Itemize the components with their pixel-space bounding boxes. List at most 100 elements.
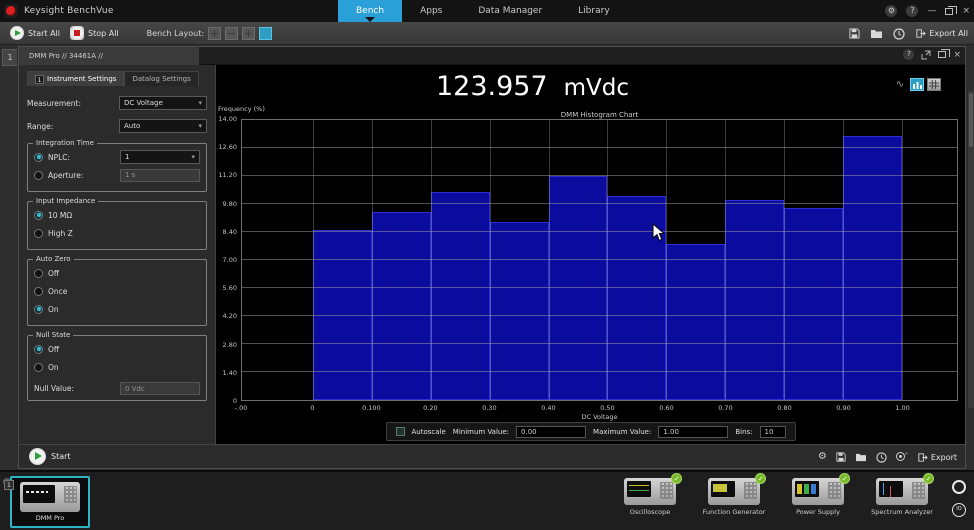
- min-value-field[interactable]: 0.00: [516, 426, 586, 438]
- export-icon: [917, 452, 928, 463]
- aperture-field[interactable]: 1 s: [120, 169, 200, 182]
- auto-zero-on-radio[interactable]: On: [34, 302, 200, 316]
- layout-rows-button[interactable]: [225, 27, 238, 40]
- export-all-button[interactable]: Export All: [915, 28, 968, 39]
- table-view-icon[interactable]: [927, 78, 941, 91]
- autoscale-checkbox[interactable]: [395, 427, 404, 436]
- oscilloscope-image: [624, 478, 676, 505]
- check-icon: ✓: [671, 473, 682, 484]
- x-tick-label: 0.50: [592, 404, 622, 412]
- start-all-button[interactable]: Start All: [10, 26, 60, 40]
- null-value-field[interactable]: 0 Vdc: [120, 382, 200, 395]
- function-generator-image: [708, 478, 760, 505]
- layout-columns-button[interactable]: [242, 27, 255, 40]
- null-off-radio[interactable]: Off: [34, 342, 200, 356]
- null-state-title: Null State: [33, 331, 73, 339]
- dmm-instrument-image: [20, 482, 80, 512]
- x-tick-label: 0.70: [710, 404, 740, 412]
- dmm-footer: Start ⚙ ° Export: [19, 444, 965, 468]
- save-icon[interactable]: [836, 452, 846, 462]
- bins-field[interactable]: 10: [760, 426, 786, 438]
- dock-item-spectrum-analyzer[interactable]: ✓ Spectrum Analyzer: [864, 478, 940, 516]
- dock-item-dmm-selected[interactable]: 1 DMM Pro: [10, 476, 90, 528]
- stop-icon: [70, 26, 84, 40]
- input-impedance-title: Input Impedance: [33, 197, 98, 205]
- measurement-select[interactable]: DC Voltage ▾: [119, 96, 207, 110]
- window-restore-icon[interactable]: [938, 51, 946, 58]
- impedance-highz-radio[interactable]: High Z: [34, 226, 200, 240]
- scrollbar[interactable]: [967, 91, 974, 408]
- tab-bench[interactable]: Bench: [338, 0, 402, 22]
- dock-item-function-generator[interactable]: ✓ Function Generator: [696, 478, 772, 516]
- nplc-value: 1: [125, 153, 129, 161]
- histogram-plot[interactable]: [241, 119, 958, 401]
- snapshot-icon[interactable]: °: [896, 452, 908, 463]
- refresh-icon[interactable]: [952, 480, 966, 494]
- null-on-radio[interactable]: On: [34, 360, 200, 374]
- dmm-window-tab[interactable]: DMM Pro // 34461A //: [19, 47, 199, 65]
- max-value-field[interactable]: 1.00: [658, 426, 728, 438]
- history-clock-icon[interactable]: [893, 28, 905, 40]
- minimize-button[interactable]: —: [927, 6, 936, 16]
- main-area: 1 DMM Pro // 34461A // ? × 1 Instrument …: [0, 45, 974, 470]
- radio-label: Off: [48, 269, 59, 278]
- histogram-chart: 123.957mVdc ∿ DMM Histogram Chart Freque…: [216, 65, 965, 444]
- window-help-icon[interactable]: ?: [903, 49, 914, 60]
- open-folder-icon[interactable]: [870, 28, 883, 39]
- input-impedance-group: Input Impedance 10 MΩ High Z: [27, 201, 207, 250]
- auto-zero-off-radio[interactable]: Off: [34, 266, 200, 280]
- histogram-bar: [431, 192, 490, 400]
- bench-toolbar: Start All Stop All Bench Layout: Export …: [0, 22, 974, 45]
- tab-library[interactable]: Library: [560, 0, 627, 22]
- close-button[interactable]: ×: [962, 6, 970, 16]
- help-icon[interactable]: ?: [906, 5, 918, 17]
- impedance-10mohm-radio[interactable]: 10 MΩ: [34, 208, 200, 222]
- layout-grid-button[interactable]: [208, 27, 221, 40]
- save-icon[interactable]: [849, 28, 860, 39]
- export-button[interactable]: Export: [917, 452, 957, 463]
- keysight-logo-icon: [4, 4, 18, 18]
- bench-layout-label: Bench Layout:: [147, 29, 204, 38]
- settings-gear-icon[interactable]: ⚙: [885, 5, 897, 17]
- tab-datalog-settings[interactable]: Datalog Settings: [124, 71, 198, 86]
- integration-time-group: Integration Time NPLC: 1 ▾ Aperture: 1 s: [27, 143, 207, 192]
- io-libraries-icon[interactable]: IO: [952, 503, 966, 517]
- stop-all-label: Stop All: [88, 29, 119, 38]
- chart-view-icon[interactable]: [910, 78, 924, 91]
- radio-icon: [34, 211, 43, 220]
- layout-single-button[interactable]: [259, 27, 272, 40]
- titlebar: Keysight BenchVue Bench Apps Data Manage…: [0, 0, 974, 22]
- chart-settings-gear-icon[interactable]: ⚙: [818, 452, 827, 462]
- histogram-bar: [666, 244, 725, 400]
- x-tick-label: 0.60: [651, 404, 681, 412]
- dmm-window: DMM Pro // 34461A // ? × 1 Instrument Se…: [18, 46, 966, 469]
- tab-library-label: Library: [578, 6, 609, 16]
- instrument-side-tab[interactable]: 1: [2, 49, 17, 66]
- range-select[interactable]: Auto ▾: [119, 119, 207, 133]
- tab-apps[interactable]: Apps: [402, 0, 460, 22]
- x-axis: -.0000.1000.200.300.400.500.600.700.800.…: [241, 404, 958, 413]
- histogram-bar: [549, 176, 608, 400]
- tab-data-manager[interactable]: Data Manager: [460, 0, 560, 22]
- window-close-icon[interactable]: ×: [953, 50, 961, 60]
- restore-button[interactable]: [945, 8, 953, 15]
- dock-item-power-supply[interactable]: ✓ Power Supply: [780, 478, 856, 516]
- y-tick-label: 4.20: [223, 312, 237, 320]
- nplc-select[interactable]: 1 ▾: [120, 150, 200, 164]
- auto-zero-once-radio[interactable]: Once: [34, 284, 200, 298]
- auto-zero-group: Auto Zero Off Once On: [27, 259, 207, 326]
- reading-value: 123.957: [436, 71, 548, 102]
- radio-icon: [34, 345, 43, 354]
- nplc-radio[interactable]: NPLC: 1 ▾: [34, 150, 200, 164]
- tab-instrument-settings[interactable]: 1 Instrument Settings: [27, 71, 124, 86]
- stop-all-button[interactable]: Stop All: [70, 26, 119, 40]
- dock-item-oscilloscope[interactable]: ✓ Oscilloscope: [612, 478, 688, 516]
- timer-icon[interactable]: [876, 452, 887, 463]
- start-button[interactable]: Start: [29, 448, 71, 465]
- radio-icon: [34, 287, 43, 296]
- open-folder-icon[interactable]: [855, 452, 867, 462]
- y-tick-label: 5.60: [223, 284, 237, 292]
- waveform-view-icon[interactable]: ∿: [893, 78, 907, 91]
- popout-icon[interactable]: [921, 50, 931, 60]
- aperture-radio[interactable]: Aperture: 1 s: [34, 168, 200, 182]
